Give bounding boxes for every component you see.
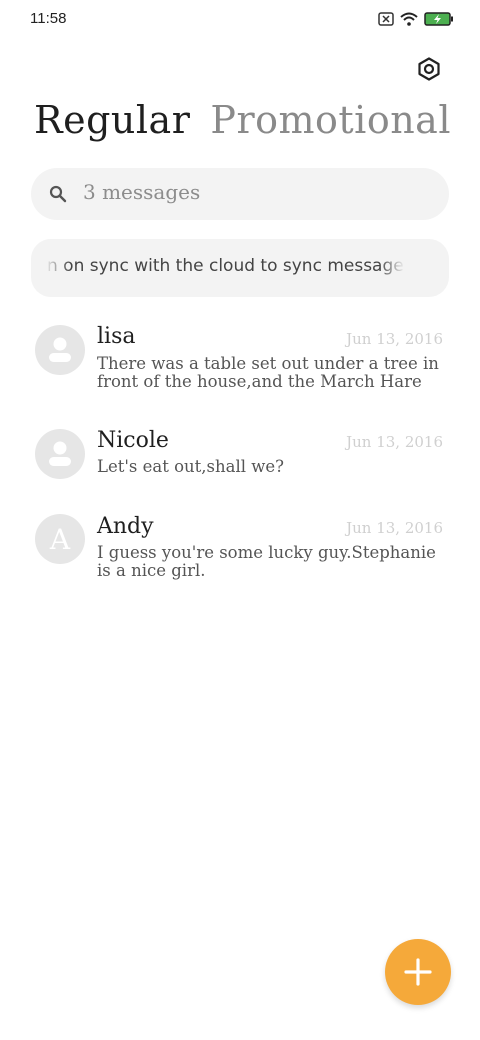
tab-regular[interactable]: Regular <box>34 98 190 142</box>
message-snippet: I guess you're some lucky guy.Stephanie … <box>97 544 436 580</box>
tab-bar: Regular Promotional <box>34 98 451 142</box>
sync-banner[interactable]: n on sync with the cloud to sync message… <box>31 239 449 297</box>
tab-promotional[interactable]: Promotional <box>210 98 451 142</box>
avatar <box>35 429 85 479</box>
conversation-item[interactable]: lisa Jun 13, 2016 There was a table set … <box>35 324 445 394</box>
status-bar: 11:58 <box>0 0 480 40</box>
plus-icon <box>404 958 432 986</box>
avatar-letter: A <box>49 522 71 556</box>
avatar: A <box>35 514 85 564</box>
gear-icon <box>418 57 440 81</box>
compose-button[interactable] <box>385 939 451 1005</box>
message-date: Jun 13, 2016 <box>346 330 443 348</box>
conversation-item[interactable]: A Andy Jun 13, 2016 I guess you're some … <box>35 514 445 584</box>
settings-button[interactable] <box>416 56 442 82</box>
message-date: Jun 13, 2016 <box>346 433 443 451</box>
contact-name: lisa <box>97 324 136 349</box>
contact-name: Andy <box>97 514 154 539</box>
sync-fade-right <box>379 239 405 297</box>
status-time: 11:58 <box>30 10 67 27</box>
message-snippet: Let's eat out,shall we? <box>97 458 284 476</box>
status-icons <box>378 11 454 30</box>
contact-name: Nicole <box>97 428 169 453</box>
search-icon <box>49 185 67 203</box>
conversation-item[interactable]: Nicole Jun 13, 2016 Let's eat out,shall … <box>35 428 445 482</box>
sync-banner-text: n on sync with the cloud to sync message… <box>47 256 403 276</box>
avatar <box>35 325 85 375</box>
sim-off-icon <box>378 11 394 30</box>
battery-charging-icon <box>424 11 454 30</box>
person-icon <box>49 441 71 466</box>
message-snippet: There was a table set out under a tree i… <box>97 355 439 391</box>
search-text: 3 messages <box>83 180 201 204</box>
search-bar[interactable]: 3 messages <box>31 168 449 220</box>
wifi-icon <box>400 11 418 30</box>
message-date: Jun 13, 2016 <box>346 519 443 537</box>
person-icon <box>49 337 71 362</box>
sync-fade-left <box>45 239 71 297</box>
